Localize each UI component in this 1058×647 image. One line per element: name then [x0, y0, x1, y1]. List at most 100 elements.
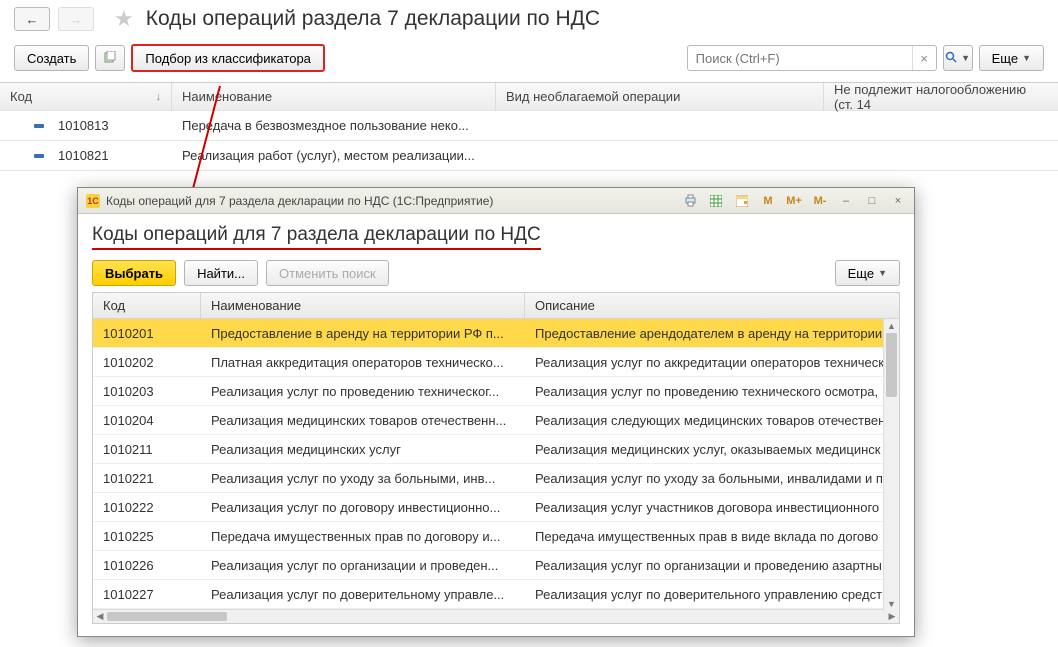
memory-mplus-button[interactable]: M+: [784, 192, 804, 210]
cell-name: Реализация услуг по уходу за больными, и…: [201, 471, 525, 486]
cell-desc: Предоставление арендодателем в аренду на…: [525, 326, 899, 341]
nav-back-button[interactable]: ←: [14, 7, 50, 31]
table-row[interactable]: 1010204Реализация медицинских товаров от…: [93, 406, 899, 435]
cell-name: Реализация медицинских товаров отечестве…: [201, 413, 525, 428]
cell-code: 1010202: [93, 355, 201, 370]
memory-m-button[interactable]: M: [758, 192, 778, 210]
cell-code: 1010221: [93, 471, 201, 486]
scrollbar-thumb[interactable]: [886, 333, 897, 397]
chevron-down-icon: ▼: [1022, 53, 1031, 63]
search-input[interactable]: [688, 46, 912, 70]
dlg-col-name[interactable]: Наименование: [201, 293, 525, 318]
cell-name: Передача в безвозмездное пользование нек…: [172, 118, 496, 133]
table-row[interactable]: 1010211Реализация медицинских услугРеали…: [93, 435, 899, 464]
cell-desc: Реализация услуг по уходу за больными, и…: [525, 471, 899, 486]
table-row[interactable]: 1010221Реализация услуг по уходу за боль…: [93, 464, 899, 493]
col-kind[interactable]: Вид необлагаемой операции: [496, 83, 824, 110]
cancel-find-button[interactable]: Отменить поиск: [266, 260, 389, 286]
col-code[interactable]: Код↓: [0, 83, 172, 110]
classifier-dialog: 1C Коды операций для 7 раздела деклараци…: [77, 187, 915, 637]
find-button[interactable]: Найти...: [184, 260, 258, 286]
table-row[interactable]: 1010201Предоставление в аренду на террит…: [93, 319, 899, 348]
cell-code: 1010226: [93, 558, 201, 573]
scroll-up-icon[interactable]: ▲: [884, 319, 899, 333]
table-row[interactable]: 1010821 Реализация работ (услуг), местом…: [0, 141, 1058, 171]
cell-code: 1010227: [93, 587, 201, 602]
cell-desc: Реализация услуг участников договора инв…: [525, 500, 899, 515]
table-row[interactable]: 1010202Платная аккредитация операторов т…: [93, 348, 899, 377]
table-row[interactable]: 1010222Реализация услуг по договору инве…: [93, 493, 899, 522]
dialog-toolbar: Выбрать Найти... Отменить поиск Еще ▼: [92, 260, 900, 286]
dlg-col-code[interactable]: Код: [93, 293, 201, 318]
table-row[interactable]: 1010813 Передача в безвозмездное пользов…: [0, 111, 1058, 141]
more-button[interactable]: Еще ▼: [979, 45, 1044, 71]
cell-name: Платная аккредитация операторов техничес…: [201, 355, 525, 370]
cell-code: 1010211: [93, 442, 201, 457]
dialog-titlebar[interactable]: 1C Коды операций для 7 раздела деклараци…: [78, 188, 914, 214]
cell-desc: Реализация услуг по аккредитации операто…: [525, 355, 899, 370]
memory-mminus-button[interactable]: M-: [810, 192, 830, 210]
nav-forward-button[interactable]: →: [58, 7, 94, 31]
create-button[interactable]: Создать: [14, 45, 89, 71]
horizontal-scrollbar[interactable]: ◀ ▶: [93, 609, 899, 623]
cell-desc: Реализация услуг по проведению техническ…: [525, 384, 899, 399]
cell-desc: Реализация следующих медицинских товаров…: [525, 413, 899, 428]
cell-name: Реализация услуг по проведению техническ…: [201, 384, 525, 399]
cell-name: Предоставление в аренду на территории РФ…: [201, 326, 525, 341]
row-marker-icon: [34, 154, 44, 158]
cell-code: 1010204: [93, 413, 201, 428]
cell-desc: Передача имущественных прав в виде вклад…: [525, 529, 899, 544]
cell-code: 1010813: [58, 118, 109, 133]
table-row[interactable]: 1010203Реализация услуг по проведению те…: [93, 377, 899, 406]
cell-name: Реализация услуг по доверительному управ…: [201, 587, 525, 602]
scroll-left-icon[interactable]: ◀: [93, 610, 107, 623]
select-button[interactable]: Выбрать: [92, 260, 176, 286]
sort-arrow-icon: ↓: [156, 91, 162, 103]
magnifier-icon: [945, 51, 957, 66]
maximize-button[interactable]: □: [862, 192, 882, 210]
cell-code: 1010225: [93, 529, 201, 544]
chevron-down-icon: ▼: [961, 53, 970, 63]
main-table-header: Код↓ Наименование Вид необлагаемой опера…: [0, 83, 1058, 111]
top-navigation: ← → ★ Коды операций раздела 7 декларации…: [0, 0, 1058, 32]
dlg-col-desc[interactable]: Описание: [525, 293, 899, 318]
vertical-scrollbar[interactable]: ▲ ▼: [883, 319, 899, 611]
table-row[interactable]: 1010226 Реализация услуг по организации и…: [93, 551, 899, 580]
close-button[interactable]: ×: [888, 192, 908, 210]
scroll-down-icon[interactable]: ▼: [884, 597, 899, 611]
search-dropdown-button[interactable]: ▼: [943, 45, 973, 71]
table-icon[interactable]: [706, 192, 726, 210]
dialog-table-wrap: Код Наименование Описание 1010201Предост…: [92, 292, 900, 624]
main-table: Код↓ Наименование Вид необлагаемой опера…: [0, 82, 1058, 171]
dialog-title: Коды операций для 7 раздела декларации п…: [106, 194, 493, 208]
cell-name: Реализация медицинских услуг: [201, 442, 525, 457]
cell-code: 1010821: [58, 148, 109, 163]
calendar-icon[interactable]: [732, 192, 752, 210]
favorite-star-icon[interactable]: ★: [114, 6, 134, 32]
print-icon[interactable]: [680, 192, 700, 210]
main-toolbar: Создать Подбор из классификатора × ▼ Еще…: [0, 32, 1058, 82]
dialog-more-button[interactable]: Еще ▼: [835, 260, 900, 286]
pick-from-classifier-button[interactable]: Подбор из классификатора: [131, 44, 325, 72]
cell-desc: Реализация медицинских услуг, оказываемы…: [525, 442, 899, 457]
copy-button[interactable]: [95, 45, 125, 71]
col-name[interactable]: Наименование: [172, 83, 496, 110]
cell-code: 1010222: [93, 500, 201, 515]
cell-code: 1010201: [93, 326, 201, 341]
cell-desc: Реализация услуг по организации и провед…: [525, 558, 899, 573]
dialog-heading: Коды операций для 7 раздела декларации п…: [92, 224, 541, 250]
cell-name: Передача имущественных прав по договору …: [201, 529, 525, 544]
scrollbar-thumb[interactable]: [107, 612, 227, 621]
chevron-down-icon: ▼: [878, 268, 887, 278]
more-label: Еще: [992, 51, 1018, 66]
search-box: ×: [687, 45, 937, 71]
scroll-right-icon[interactable]: ▶: [885, 610, 899, 623]
cell-desc: Реализация услуг по доверительного управ…: [525, 587, 899, 602]
table-row[interactable]: 1010227Реализация услуг по доверительном…: [93, 580, 899, 609]
more-label: Еще: [848, 266, 874, 281]
dialog-body: Коды операций для 7 раздела декларации п…: [78, 214, 914, 636]
col-notax[interactable]: Не подлежит налогообложению (ст. 14: [824, 83, 1058, 110]
search-clear-button[interactable]: ×: [912, 46, 936, 70]
minimize-button[interactable]: –: [836, 192, 856, 210]
table-row[interactable]: 1010225Передача имущественных прав по до…: [93, 522, 899, 551]
